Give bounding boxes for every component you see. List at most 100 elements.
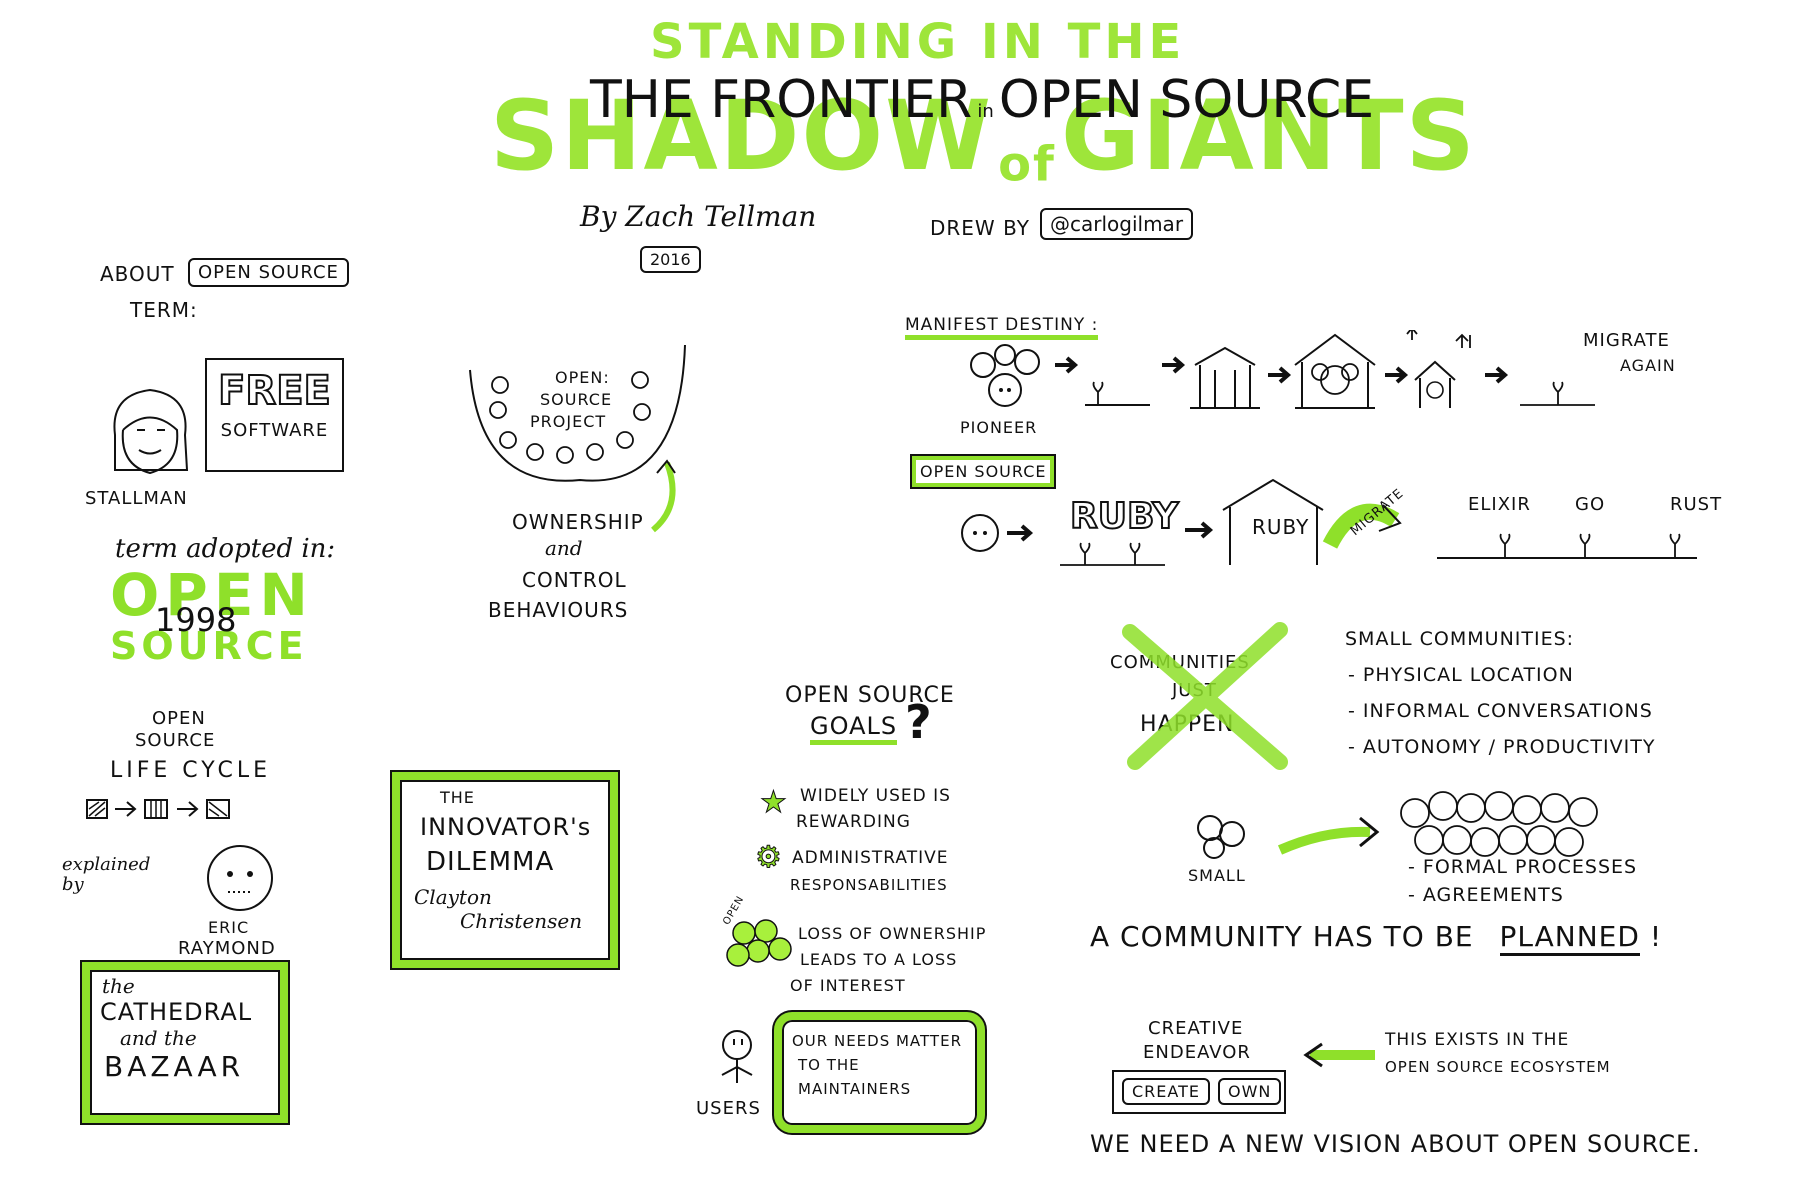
ruby-house-label: RUBY <box>1252 515 1310 539</box>
planned-statement: A COMMUNITY HAS TO BE PLANNED ! <box>1090 920 1663 956</box>
term-adopted-label: term adopted in: <box>115 534 336 564</box>
and-label: and <box>545 536 583 560</box>
open-source-1998: OPEN SOURCE 1998 <box>110 565 310 675</box>
stallman-label: STALLMAN <box>85 488 188 509</box>
small-communities-title: SMALL COMMUNITIES: <box>1345 628 1575 650</box>
free-software-sign: FREE SOFTWARE <box>205 358 344 472</box>
book-the: the <box>102 974 135 998</box>
drew-by-label: DREW BY <box>930 216 1030 240</box>
pioneer-group-icon <box>970 344 1040 407</box>
author: By Zach Tellman <box>580 200 817 233</box>
needs-matter-bubble: OUR NEEDS MATTER TO THE MAINTAINERS <box>774 1012 985 1133</box>
communities-just-happen-crossed: COMMUNITIES JUST HAPPEN <box>1110 622 1300 772</box>
left-arrow-icon <box>1303 1042 1375 1068</box>
exists-line-1: THIS EXISTS IN THE <box>1385 1030 1570 1050</box>
title-top: STANDING IN THE <box>650 14 1186 70</box>
header: STANDING IN THE SHADOW of GIANTS THE FRO… <box>0 0 1800 280</box>
about-label: ABOUT <box>100 262 175 286</box>
subtitle-open-source: OPEN SOURCE <box>998 70 1375 130</box>
needs-2: TO THE <box>798 1056 860 1074</box>
formal-processes: - FORMAL PROCESSES <box>1408 856 1638 878</box>
about-term: TERM: <box>130 298 198 322</box>
stallman-face-icon <box>113 388 189 475</box>
small-label: SMALL <box>1188 866 1246 885</box>
explained-by: explained by <box>62 854 151 895</box>
subtitle-frontier: THE FRONTIER <box>590 70 973 130</box>
pioneer-label: PIONEER <box>960 418 1038 437</box>
subtitle: THE FRONTIER in OPEN SOURCE <box>590 70 1374 130</box>
planned-bang: ! <box>1649 920 1663 953</box>
project-label-source: SOURCE <box>540 390 613 409</box>
elixir-label: ELIXIR <box>1468 494 1531 515</box>
needs-1: OUR NEEDS MATTER <box>792 1032 962 1050</box>
needs-3: MAINTAINERS <box>798 1080 912 1098</box>
behaviours-label: BEHAVIOURS <box>488 598 629 622</box>
create-own-box: CREATE OWN <box>1112 1070 1286 1114</box>
planned-pre: A COMMUNITY HAS TO BE <box>1090 920 1474 953</box>
small-item-2: - INFORMAL CONVERSATIONS <box>1348 700 1653 722</box>
curved-up-arrow-icon <box>650 459 676 533</box>
control-label: CONTROL <box>522 568 627 592</box>
clayton-label: Clayton <box>414 885 492 909</box>
year-1998: 1998 <box>155 601 237 639</box>
user-figure-icon <box>721 1030 753 1083</box>
illustrator-handle: @carlogilmar <box>1040 208 1194 240</box>
lifecycle-arrows-icon <box>86 799 230 819</box>
ruby-big-label: RUBY <box>1069 495 1179 538</box>
book-and-the: and the <box>120 1026 197 1050</box>
gear-icon: ⚙ <box>755 840 783 876</box>
project-label-open: OPEN: <box>555 368 610 387</box>
ownership-label: OWNERSHIP <box>512 510 644 534</box>
lifecycle-source: SOURCE <box>135 730 216 751</box>
small-item-1: - PHYSICAL LOCATION <box>1348 664 1574 686</box>
goal-3a: LOSS OF OWNERSHIP <box>798 924 987 943</box>
small-group-icon <box>1197 815 1245 859</box>
about-open-source-box: OPEN SOURCE <box>188 258 349 287</box>
book-cathedral: CATHEDRAL <box>100 998 253 1026</box>
create-tag: CREATE <box>1122 1078 1210 1105</box>
year-badge: 2016 <box>640 246 701 273</box>
goal-3c: OF INTEREST <box>790 976 906 995</box>
users-label: USERS <box>696 1098 761 1119</box>
lifecycle-open: OPEN <box>152 708 206 729</box>
goal-3b: LEADS TO A LOSS <box>800 950 958 969</box>
goal-1a: WIDELY USED IS <box>800 786 951 806</box>
goal-2a: ADMINISTRATIVE <box>792 848 949 868</box>
own-tag: OWN <box>1218 1078 1282 1105</box>
migrate-label: MIGRATE <box>1583 330 1670 351</box>
subtitle-in: in <box>977 101 994 122</box>
growth-arrow-icon <box>1277 816 1380 855</box>
book-the-2: THE <box>440 788 475 807</box>
exists-line-2: OPEN SOURCE ECOSYSTEM <box>1385 1058 1611 1076</box>
raymond-label: RAYMOND <box>178 938 276 959</box>
goals-question: ? <box>905 695 932 749</box>
new-vision: WE NEED A NEW VISION ABOUT OPEN SOURCE. <box>1090 1130 1701 1158</box>
star-icon: ★ <box>760 785 788 821</box>
goals-title-2: GOALS <box>810 712 898 745</box>
x-cross-icon <box>1122 622 1288 770</box>
goal-2b: RESPONSABILITIES <box>790 876 948 894</box>
endeavor-label: ENDEAVOR <box>1143 1042 1251 1063</box>
go-label: GO <box>1575 494 1606 515</box>
rust-label: RUST <box>1670 494 1723 515</box>
lifecycle-title: LIFE CYCLE <box>110 758 272 783</box>
free-text: FREE <box>217 367 332 415</box>
open-cluster-icon <box>726 919 792 967</box>
languages-ground-icon <box>1437 533 1697 559</box>
title-of: of <box>998 136 1056 193</box>
project-label-project: PROJECT <box>530 412 607 431</box>
christensen-label: Christensen <box>460 909 583 933</box>
planned-word: PLANNED <box>1499 920 1640 956</box>
eric-label: ERIC <box>208 918 250 937</box>
book-bazaar: BAZAAR <box>104 1050 245 1083</box>
eric-raymond-face-icon <box>207 845 273 911</box>
innovators-label: INNOVATOR's <box>420 813 592 841</box>
agreements: - AGREEMENTS <box>1408 884 1564 906</box>
innovators-dilemma-book: THE INNOVATOR's DILEMMA Clayton Christen… <box>392 772 618 968</box>
small-item-3: - AUTONOMY / PRODUCTIVITY <box>1348 736 1656 758</box>
software-text: SOFTWARE <box>220 420 329 441</box>
goal-1b: REWARDING <box>796 812 911 832</box>
creative-label: CREATIVE <box>1148 1018 1244 1039</box>
dilemma-label: DILEMMA <box>426 847 555 877</box>
ruby-sequence-icon <box>961 478 1402 566</box>
